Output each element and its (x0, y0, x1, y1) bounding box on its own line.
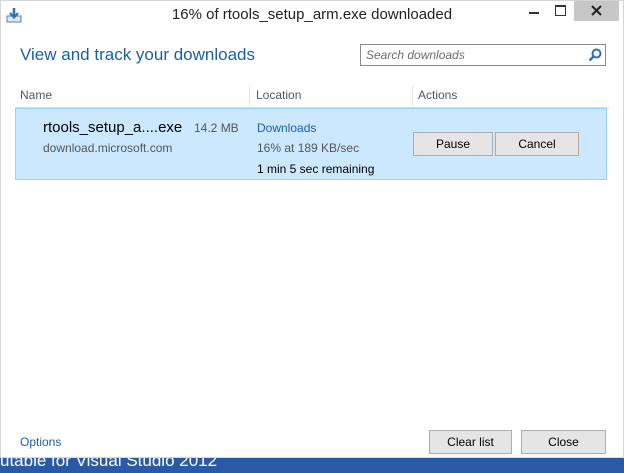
location-link[interactable]: Downloads (257, 121, 316, 135)
pause-button[interactable]: Pause (413, 132, 493, 156)
options-link[interactable]: Options (20, 435, 61, 449)
column-location[interactable]: Location (256, 88, 301, 104)
maximize-icon (555, 5, 566, 16)
close-button[interactable]: Close (521, 430, 606, 454)
maximize-button[interactable] (547, 1, 574, 21)
search-icon[interactable] (588, 48, 602, 62)
column-header: Name Location Actions (15, 85, 609, 108)
close-window-button[interactable] (574, 1, 619, 21)
search-box[interactable] (360, 44, 606, 66)
download-row[interactable]: rtools_setup_a....exe 14.2 MB download.m… (15, 108, 607, 180)
file-source: download.microsoft.com (43, 141, 173, 155)
column-actions: Actions (418, 88, 458, 102)
column-name[interactable]: Name (20, 88, 52, 104)
background-window-text: utable for Visual Studio 2012 (0, 458, 218, 470)
clear-list-button[interactable]: Clear list (429, 430, 512, 454)
downloads-window: 16% of rtools_setup_arm.exe downloaded V… (0, 0, 624, 458)
background-window-strip: utable for Visual Studio 2012 (0, 458, 624, 473)
title-bar[interactable]: 16% of rtools_setup_arm.exe downloaded (1, 1, 623, 31)
time-remaining: 1 min 5 sec remaining (257, 162, 375, 176)
close-icon (591, 5, 602, 16)
minimize-icon (529, 12, 539, 14)
column-divider[interactable] (249, 85, 250, 106)
minimize-button[interactable] (520, 1, 547, 21)
progress-status: 16% at 189 KB/sec (257, 141, 360, 155)
file-name[interactable]: rtools_setup_a....exe (43, 119, 182, 136)
cancel-button[interactable]: Cancel (495, 132, 579, 156)
page-heading: View and track your downloads (20, 45, 255, 64)
file-size: 14.2 MB (194, 121, 239, 135)
column-divider[interactable] (412, 85, 413, 106)
search-input[interactable] (366, 47, 578, 63)
